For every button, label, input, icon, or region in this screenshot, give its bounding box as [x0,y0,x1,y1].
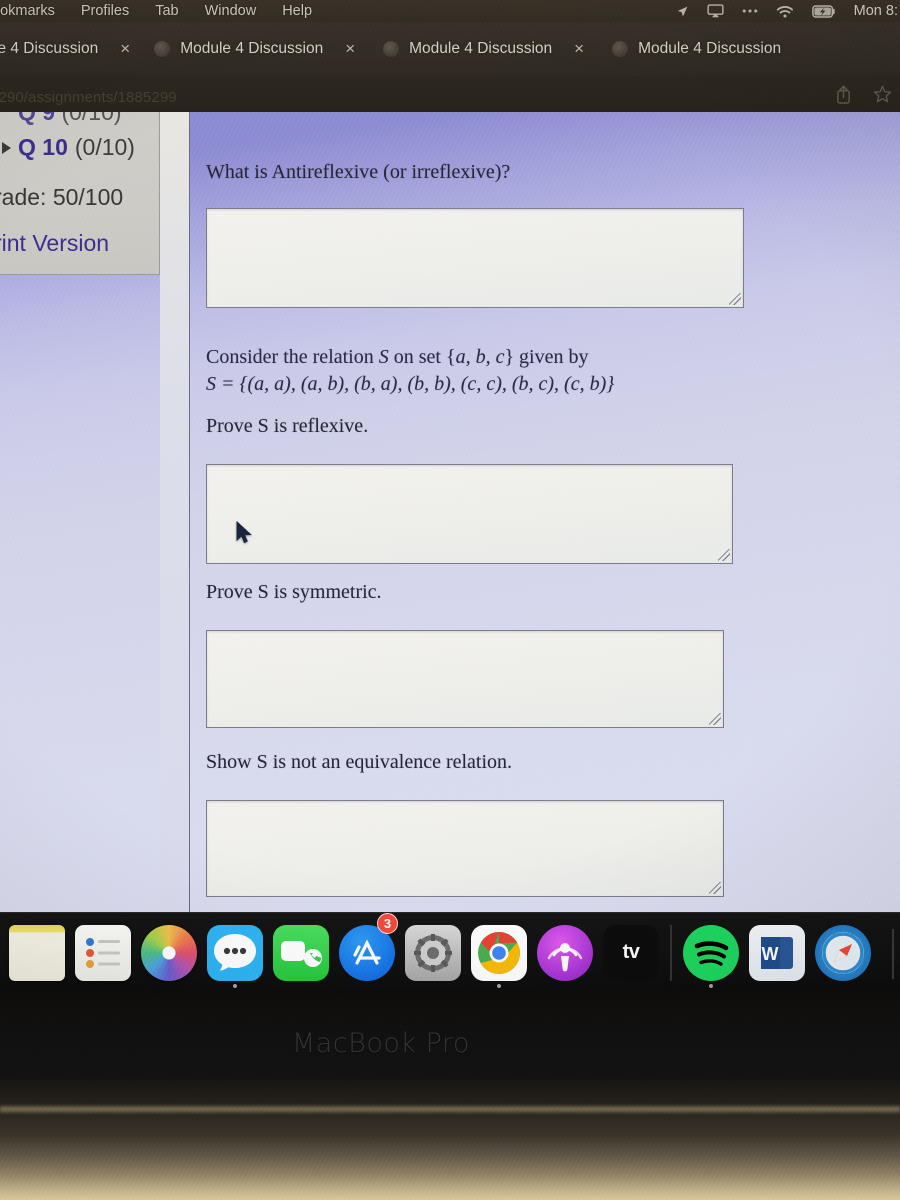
sidebar-print-version-link[interactable]: rint Version [0,230,109,257]
desk-edge-highlight [0,1104,900,1114]
dock-running-indicator [233,983,237,988]
chrome-icon [471,924,527,981]
macbook-pro-label: MacBook Pro [292,1028,470,1059]
word-icon: W [749,924,805,981]
menu-item-window[interactable]: Window [205,3,257,19]
facetime-icon [273,924,329,981]
consider-text-a: Consider the relation [206,346,379,368]
tab-label: le 4 Discussion [0,40,99,57]
triangle-right-icon [2,141,11,154]
set-elements: a, b, c [455,346,505,368]
content-left-gutter [160,112,190,912]
spotify-icon [683,924,739,981]
browser-tab-4[interactable]: Module 4 Discussion [612,22,781,76]
dock-end-divider [892,929,894,979]
menu-item-bookmarks[interactable]: ookmarks [0,3,55,19]
podcasts-icon [537,924,593,981]
apple-tv-label: tv [622,941,640,963]
screenshot-root: ookmarks Profiles Tab Window Help [0,0,900,1200]
menu-item-help[interactable]: Help [282,3,312,19]
browser-tab-1[interactable]: le 4 Discussion × [0,22,142,76]
prompt-prove-reflexive: Prove S is reflexive. [206,415,369,437]
browser-tab-3[interactable]: Module 4 Discussion × [383,22,596,76]
messages-icon [207,924,263,981]
relation-definition: Consider the relation S on set {a, b, c}… [206,344,614,398]
question-9-score: (0/10) [61,112,122,125]
tab-favicon-icon [383,41,400,57]
address-bar-url[interactable]: 7290/assignments/1885299 [0,89,177,106]
menu-bar-clock[interactable]: Mon 8: [854,3,898,19]
app-store-badge-count: 3 [377,912,398,934]
battery-charging-icon[interactable] [811,4,836,18]
apple-tv-icon: tv [603,924,659,981]
share-icon[interactable] [836,85,851,109]
menu-item-profiles[interactable]: Profiles [81,3,129,19]
answer-textarea-not-equivalence[interactable] [206,800,724,897]
location-arrow-icon[interactable] [676,5,689,18]
dock-divider [670,924,672,981]
relation-definition-line1: Consider the relation S on set {a, b, c}… [206,344,614,371]
dock-item-reminders[interactable] [70,913,136,993]
sidebar-question-9[interactable]: Q 9 (0/10) [18,112,122,126]
question-9-label: Q 9 [18,112,56,125]
dock-item-safari[interactable] [810,913,876,993]
question-10-label: Q 10 [18,134,68,160]
answer-textarea-reflexive[interactable] [206,464,733,564]
wifi-icon[interactable] [776,5,794,18]
consider-text-b: on set { [388,346,456,368]
tab-label: Module 4 Discussion [409,40,553,57]
answer-textarea-symmetric[interactable] [206,630,724,728]
tab-close-icon[interactable]: × [120,39,130,59]
browser-tab-strip: le 4 Discussion × Module 4 Discussion × … [0,22,900,76]
dock-item-word[interactable]: W [744,913,810,993]
notes-icon [9,924,65,981]
prompt-prove-symmetric: Prove S is symmetric. [206,581,382,603]
menu-item-tab[interactable]: Tab [155,3,178,19]
dock-running-indicator [497,983,501,988]
prompt-show-not-equivalence: Show S is not an equivalence relation. [206,751,513,773]
laptop-screen: ookmarks Profiles Tab Window Help [0,0,900,995]
consider-text-c: } given by [504,346,589,368]
tab-favicon-icon [154,41,171,57]
dock-item-facetime[interactable] [268,913,334,993]
reminders-icon [75,924,131,981]
dock-item-messages[interactable] [202,913,268,993]
dock-running-indicator [709,983,713,988]
assignment-sidebar: Q 9 (0/10) Q 10 (0/10) rade: 50/100 rint… [0,112,160,275]
browser-tab-2[interactable]: Module 4 Discussion × [154,22,367,76]
dock-item-podcasts[interactable] [532,913,598,993]
menu-bar-status-icons: Mon 8: [676,0,900,22]
photos-icon [141,924,197,981]
question-10-score: (0/10) [74,134,135,160]
control-center-icon[interactable] [742,8,758,14]
sidebar-question-10[interactable]: Q 10 (0/10) [0,134,135,161]
macos-dock: 3 tv W [0,912,900,992]
dock-item-chrome[interactable] [466,913,532,993]
safari-icon [815,924,871,981]
answer-textarea-antireflexive[interactable] [206,208,744,308]
dock-item-appstore[interactable]: 3 [334,912,400,993]
tab-favicon-icon [612,41,629,57]
tab-close-icon[interactable]: × [345,39,355,59]
macos-menu-bar: ookmarks Profiles Tab Window Help [0,0,900,22]
dock-item-spotify[interactable] [678,913,744,993]
gear-icon [405,924,461,981]
tab-close-icon[interactable]: × [574,39,584,59]
bookmark-star-icon[interactable] [873,85,892,109]
menu-bar-items: ookmarks Profiles Tab Window Help [0,3,312,19]
dock-item-system-preferences[interactable] [400,913,466,993]
svg-text:W: W [762,944,779,964]
set-symbol-S: S [378,346,389,368]
sidebar-grade: rade: 50/100 [0,184,124,210]
question-antireflexive-prompt: What is Antireflexive (or irreflexive)? [206,161,511,183]
screen-mirroring-icon[interactable] [707,4,724,18]
relation-definition-line2: S = {(a, a), (a, b), (b, a), (b, b), (c,… [206,373,615,395]
tab-label: Module 4 Discussion [180,40,324,57]
dock-item-notes[interactable] [4,913,70,993]
dock-item-apple-tv[interactable]: tv [598,913,664,993]
dock-item-photos[interactable] [136,913,202,993]
tab-label: Module 4 Discussion [638,40,782,57]
browser-toolbar-icons [836,85,892,109]
desk-surface [0,1080,900,1200]
